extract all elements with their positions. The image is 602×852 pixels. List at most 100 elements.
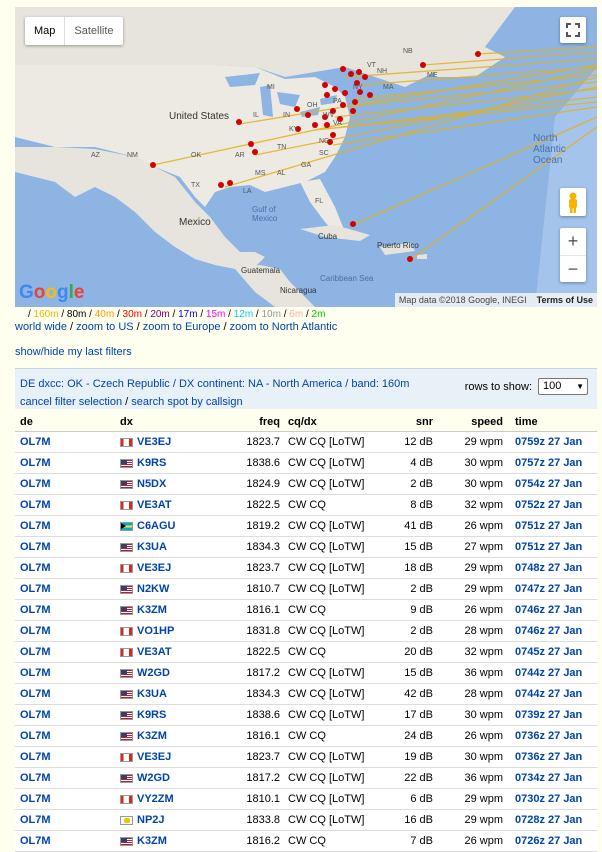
dx-callsign-link[interactable]: K3UA [137, 541, 167, 553]
band-2m[interactable]: 2m [312, 309, 326, 320]
band-17m[interactable]: 17m [178, 309, 197, 320]
dx-callsign-link[interactable]: W2GD [137, 772, 170, 784]
band-40m[interactable]: 40m [95, 309, 114, 320]
time-link[interactable]: 0748z 27 Jan [515, 562, 582, 574]
time-link[interactable]: 0754z 27 Jan [515, 478, 582, 490]
dx-callsign-link[interactable]: NP2J [137, 814, 165, 826]
de-callsign-link[interactable]: OL7M [20, 646, 51, 658]
zoom-north-atlantic-link[interactable]: zoom to North Atlantic [230, 321, 338, 333]
google-logo[interactable]: Google [19, 282, 84, 304]
band-12m[interactable]: 12m [234, 309, 253, 320]
satellite-tab[interactable]: Satellite [65, 17, 122, 45]
time-link[interactable]: 0759z 27 Jan [515, 436, 582, 448]
de-callsign-link[interactable]: OL7M [20, 772, 51, 784]
time-link[interactable]: 0744z 27 Jan [515, 688, 582, 700]
fullscreen-button[interactable] [560, 17, 586, 43]
terms-of-use-link[interactable]: Terms of Use [537, 293, 593, 307]
dx-callsign-link[interactable]: K9RS [137, 457, 166, 469]
band-160m[interactable]: 160m [34, 309, 59, 320]
cancel-filter-link[interactable]: cancel filter selection [20, 396, 122, 408]
de-callsign-link[interactable]: OL7M [20, 478, 51, 490]
band-20m[interactable]: 20m [150, 309, 169, 320]
de-callsign-link[interactable]: OL7M [20, 499, 51, 511]
table-row: OL7M K9RS 1838.6 CW CQ [LoTW] 4 dB 30 wpm 0757… [15, 452, 597, 474]
show-hide-filters-link[interactable]: show/hide my last filters [15, 346, 132, 358]
cell-time: 0744z 27 Jan [503, 683, 597, 705]
dx-callsign-link[interactable]: VE3EJ [137, 751, 171, 763]
dx-callsign-link[interactable]: K3ZM [137, 835, 167, 847]
de-callsign-link[interactable]: OL7M [20, 751, 51, 763]
time-link[interactable]: 0747z 27 Jan [515, 583, 582, 595]
time-link[interactable]: 0751z 27 Jan [515, 520, 582, 532]
dx-callsign-link[interactable]: N5DX [137, 478, 166, 490]
de-callsign-link[interactable]: OL7M [20, 730, 51, 742]
de-callsign-link[interactable]: OL7M [20, 814, 51, 826]
time-link[interactable]: 0734z 27 Jan [515, 772, 582, 784]
time-link[interactable]: 0745z 27 Jan [515, 646, 582, 658]
zoom-world-wide-link[interactable]: world wide [15, 321, 67, 333]
cell-freq: 1816.1 [220, 725, 288, 747]
dx-callsign-link[interactable]: N2KW [137, 583, 169, 595]
de-callsign-link[interactable]: OL7M [20, 625, 51, 637]
time-link[interactable]: 0739z 27 Jan [515, 709, 582, 721]
de-callsign-link[interactable]: OL7M [20, 688, 51, 700]
cell-cqdx: CW CQ [288, 641, 388, 663]
de-callsign-link[interactable]: OL7M [20, 436, 51, 448]
de-callsign-link[interactable]: OL7M [20, 793, 51, 805]
time-link[interactable]: 0736z 27 Jan [515, 730, 582, 742]
active-filter-line[interactable]: DE dxcc: OK - Czech Republic / DX contin… [20, 375, 409, 393]
dx-callsign-link[interactable]: VE3EJ [137, 436, 171, 448]
de-callsign-link[interactable]: OL7M [20, 457, 51, 469]
de-callsign-link[interactable]: OL7M [20, 835, 51, 847]
time-link[interactable]: 0726z 27 Jan [515, 835, 582, 847]
search-callsign-link[interactable]: search spot by callsign [131, 396, 242, 408]
zoom-us-link[interactable]: zoom to US [76, 321, 133, 333]
cell-speed: 30 wpm [433, 746, 503, 768]
zoom-control: + − [560, 228, 586, 282]
band-10m[interactable]: 10m [262, 309, 281, 320]
de-callsign-link[interactable]: OL7M [20, 520, 51, 532]
zoom-europe-link[interactable]: zoom to Europe [143, 321, 221, 333]
rows-select[interactable]: 100 [538, 378, 588, 395]
zoom-in-button[interactable]: + [560, 228, 586, 256]
de-callsign-link[interactable]: OL7M [20, 709, 51, 721]
band-30m[interactable]: 30m [123, 309, 142, 320]
dx-callsign-link[interactable]: K9RS [137, 709, 166, 721]
time-link[interactable]: 0751z 27 Jan [515, 541, 582, 553]
time-link[interactable]: 0744z 27 Jan [515, 667, 582, 679]
street-view-pegman[interactable] [560, 188, 586, 216]
map-tab[interactable]: Map [25, 17, 66, 45]
de-callsign-link[interactable]: OL7M [20, 541, 51, 553]
time-link[interactable]: 0730z 27 Jan [515, 793, 582, 805]
de-callsign-link[interactable]: OL7M [20, 562, 51, 574]
time-link[interactable]: 0728z 27 Jan [515, 814, 582, 826]
dx-callsign-link[interactable]: VE3AT [137, 646, 172, 658]
band-15m[interactable]: 15m [206, 309, 225, 320]
time-link[interactable]: 0746z 27 Jan [515, 604, 582, 616]
dx-callsign-link[interactable]: K3ZM [137, 604, 167, 616]
time-link[interactable]: 0752z 27 Jan [515, 499, 582, 511]
dx-callsign-link[interactable]: W2GD [137, 667, 170, 679]
spot-map[interactable]: United States Mexico Gulf of Mexico North… [15, 7, 597, 307]
cell-time: 0736z 27 Jan [503, 746, 597, 768]
de-callsign-link[interactable]: OL7M [20, 604, 51, 616]
dx-callsign-link[interactable]: VY2ZM [137, 793, 174, 805]
time-link[interactable]: 0736z 27 Jan [515, 751, 582, 763]
band-80m[interactable]: 80m [67, 309, 86, 320]
cell-time: 0736z 27 Jan [503, 725, 597, 747]
table-header-row: de dx freq cq/dx snr speed time [15, 412, 597, 432]
de-callsign-link[interactable]: OL7M [20, 583, 51, 595]
de-callsign-link[interactable]: OL7M [20, 667, 51, 679]
dx-callsign-link[interactable]: K3UA [137, 688, 167, 700]
zoom-out-button[interactable]: − [560, 256, 586, 282]
band-6m[interactable]: 6m [289, 309, 303, 320]
filter-panel: DE dxcc: OK - Czech Republic / DX contin… [15, 368, 597, 409]
dx-callsign-link[interactable]: VE3AT [137, 499, 172, 511]
time-link[interactable]: 0746z 27 Jan [515, 625, 582, 637]
dx-callsign-link[interactable]: C6AGU [137, 520, 176, 532]
state-label: GA [301, 162, 311, 169]
dx-callsign-link[interactable]: VE3EJ [137, 562, 171, 574]
dx-callsign-link[interactable]: VO1HP [137, 625, 174, 637]
time-link[interactable]: 0757z 27 Jan [515, 457, 582, 469]
dx-callsign-link[interactable]: K3ZM [137, 730, 167, 742]
